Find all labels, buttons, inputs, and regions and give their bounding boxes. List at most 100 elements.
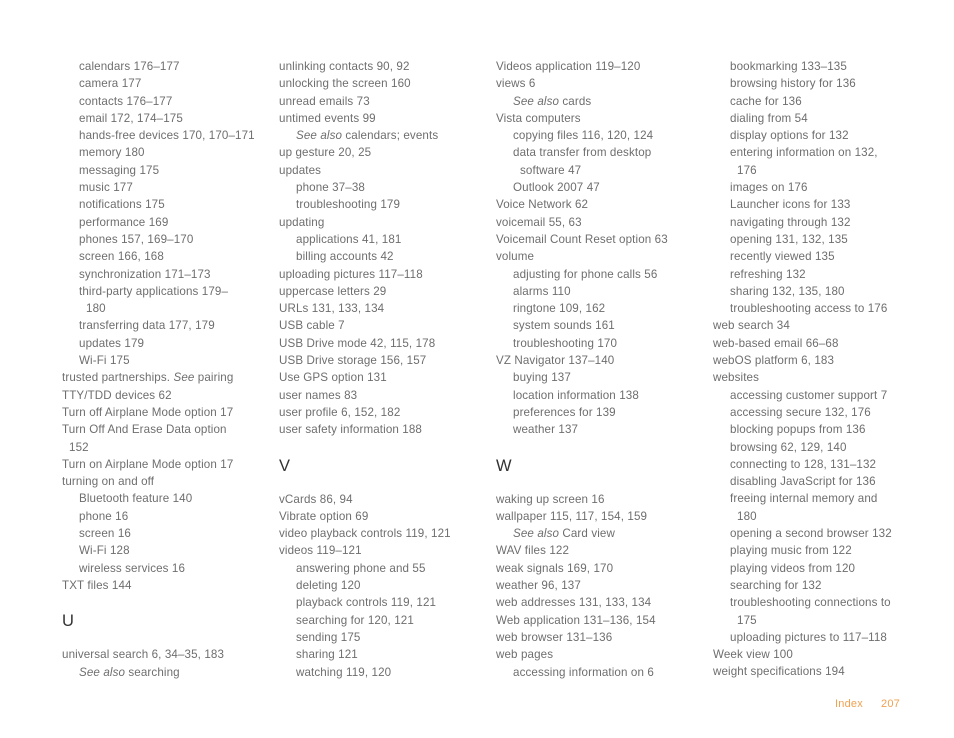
cross-reference-target: pairing [194,371,234,385]
index-subentry: uploading pictures to 117–118 [730,630,887,644]
index-entry: Vibrate option 69 [279,509,369,523]
index-subentry: See also calendars; events [279,127,496,144]
index-subentry: memory 180 [79,146,145,160]
index-subentry: accessing secure 132, 176 [730,405,871,419]
index-subentry: alarms 110 [513,284,571,298]
index-entry: wallpaper 115, 117, 154, 159 [496,509,648,523]
index-entry: Turn Off And Erase Data option [62,423,227,437]
index-entry: views 6 [496,77,536,91]
index-subentry: camera 177 [79,77,142,91]
index-entry: Videos application 119–120 [496,60,641,73]
index-subentry: preferences for 139 [513,405,616,419]
index-entry: URLs 131, 133, 134 [279,302,385,316]
index-entry: Turn on Airplane Mode option 17 [62,457,234,471]
index-subentry: Launcher icons for 133 [730,198,851,212]
index-entry: universal search 6, 34–35, 183 [62,648,225,662]
index-subentry: playing music from 122 [730,544,852,558]
index-entry: Week view 100 [713,648,793,662]
index-subentry: phone 16 [79,509,129,523]
index-entry-continuation: 175 [737,613,757,627]
index-subentry: troubleshooting 179 [296,198,401,212]
footer-label: Index [834,698,863,710]
index-entry: web search 34 [713,319,790,333]
index-subentry: buying 137 [513,371,571,385]
index-subentry: images on 176 [730,181,808,195]
index-subentry: playback controls 119, 121 [296,596,437,610]
index-subentry: wireless services 16 [79,561,186,575]
index-subentry: email 172, 174–175 [79,111,183,125]
index-letter-heading: V [279,456,291,475]
index-subentry: See also cards [496,93,713,110]
index-entry: uploading pictures 117–118 [279,267,423,281]
index-subentry: Bluetooth feature 140 [79,492,193,506]
cross-reference-target: searching [125,665,180,679]
index-entry: WAV files 122 [496,544,570,558]
index-entry: updating [279,215,325,229]
index-entry-continuation: software 47 [520,163,582,177]
cross-reference-target: Card view [559,527,615,541]
index-subentry: synchronization 171–173 [79,267,211,281]
index-subentry: See also Card view [496,525,713,542]
index-entry: web-based email 66–68 [713,336,839,350]
index-subentry: refreshing 132 [730,267,806,281]
index-subentry: sharing 121 [296,648,358,662]
index-subentry: opening 131, 132, 135 [730,232,848,246]
index-letter-heading: W [496,456,512,475]
index-subentry: billing accounts 42 [296,250,394,264]
index-subentry: system sounds 161 [513,319,615,333]
index-entry: Turn off Airplane Mode option 17 [62,405,234,419]
index-subentry: music 177 [79,181,133,195]
index-page: calendars 176–177 camera 177 contacts 176–… [0,0,954,738]
index-entry: videos 119–121 [279,544,362,558]
index-subentry: phones 157, 169–170 [79,232,194,246]
index-entry: web browser 131–136 [496,630,613,644]
index-subentry: accessing customer support 7 [730,388,888,402]
cross-reference-target: cards [559,94,592,108]
index-subentry: sending 175 [296,630,361,644]
index-entry: user profile 6, 152, 182 [279,405,401,419]
index-entry: uppercase letters 29 [279,284,387,298]
column-4: bookmarking 133–135 browsing history for … [713,58,935,681]
index-entry: trusted partnerships. See pairing [62,369,279,386]
index-subentry: Wi-Fi 128 [79,544,130,558]
index-subentry: sharing 132, 135, 180 [730,284,845,298]
index-entry: Voice Network 62 [496,198,589,212]
index-letter-heading: U [62,612,75,631]
index-subentry: calendars 176–177 [79,60,180,73]
index-subentry: blocking popups from 136 [730,423,866,437]
index-subentry: Outlook 2007 47 [513,181,600,195]
index-subentry: See also searching [62,664,279,681]
index-entry: web addresses 131, 133, 134 [496,596,652,610]
index-entry: VZ Navigator 137–140 [496,354,615,368]
page-footer: Index 207 [835,698,900,710]
index-entry: TXT files 144 [62,578,132,592]
index-entry: updates [279,163,322,177]
index-entry-continuation: 180 [737,509,757,523]
index-subentry: messaging 175 [79,163,160,177]
index-subentry: bookmarking 133–135 [730,60,847,73]
index-entry: volume [496,250,535,264]
index-entry: TTY/TDD devices 62 [62,388,172,402]
index-subentry: phone 37–38 [296,181,365,195]
cross-reference-see: See also [296,129,343,143]
index-subentry: dialing from 54 [730,111,808,125]
index-subentry: contacts 176–177 [79,94,173,108]
index-entry: unlinking contacts 90, 92 [279,60,410,73]
index-subentry: transferring data 177, 179 [79,319,215,333]
index-entry: unread emails 73 [279,94,370,108]
index-subentry: applications 41, 181 [296,232,402,246]
index-subentry: hands-free devices 170, 170–171 [79,129,255,143]
index-subentry: opening a second browser 132 [730,527,892,541]
index-subentry: data transfer from desktop [513,146,652,160]
folio-page-number: 207 [880,698,900,710]
index-subentry: deleting 120 [296,579,361,593]
index-entry: web pages [496,648,554,662]
index-subentry: troubleshooting access to 176 [730,302,888,316]
index-entry: user names 83 [279,388,358,402]
index-entry: Use GPS option 131 [279,371,387,385]
entry-text: trusted partnerships. [62,371,174,385]
index-entry-continuation: 176 [737,163,757,177]
